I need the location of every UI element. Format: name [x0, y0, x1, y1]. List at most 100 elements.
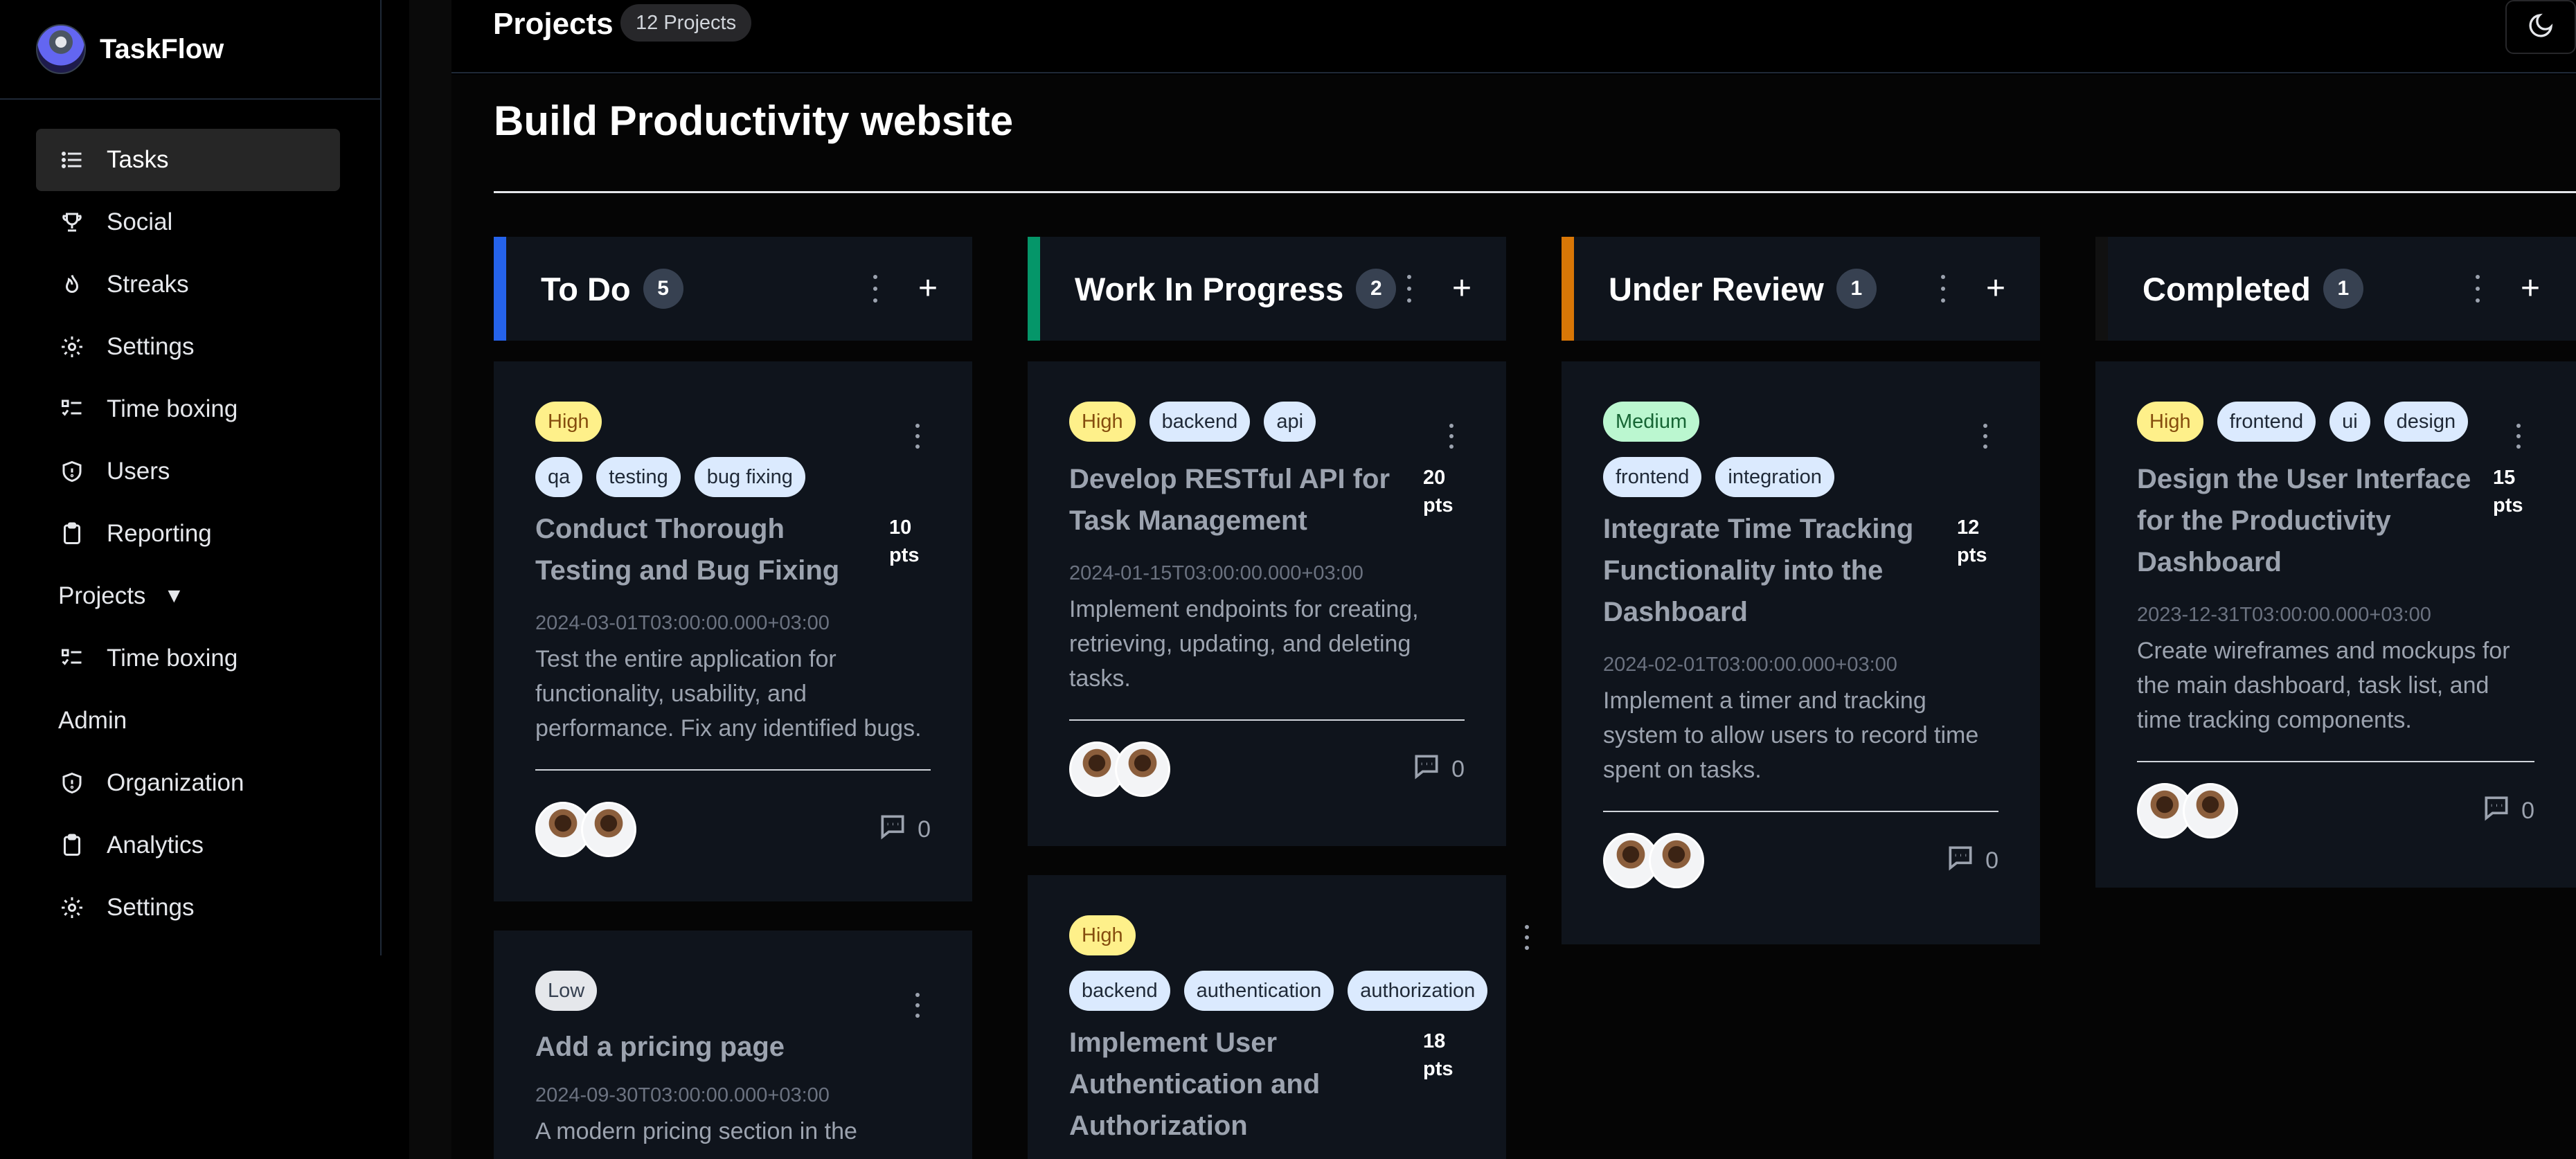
task-card[interactable]: Low Add a pricing page 2024-09-30T03:00:…: [494, 931, 972, 1159]
card-title: Design the User Interface for the Produc…: [2137, 464, 2471, 577]
column-count-badge: 1: [2323, 269, 2363, 309]
sidebar: TaskFlow Tasks Social Streaks Settings T…: [0, 0, 382, 955]
sidebar-item-label: Reporting: [107, 520, 212, 547]
avatar[interactable]: [1115, 742, 1170, 797]
tag-badge: frontend: [1603, 457, 1702, 497]
sidebar-item-organization[interactable]: Organization: [36, 752, 340, 814]
avatar[interactable]: [1649, 833, 1704, 888]
sidebar-item-tasks[interactable]: Tasks: [36, 129, 340, 191]
admin-section-label: Admin: [58, 690, 380, 752]
tag-badge: frontend: [2217, 402, 2316, 442]
sidebar-item-label: Streaks: [107, 271, 189, 298]
comments-button[interactable]: 0: [1411, 751, 1465, 788]
sidebar-item-analytics[interactable]: Analytics: [36, 814, 340, 877]
add-task-button[interactable]: +: [1452, 272, 1472, 305]
column-work-in-progress: Work In Progress 2 +: [1028, 237, 1506, 341]
card-menu-icon[interactable]: [913, 993, 922, 1018]
task-card[interactable]: Medium frontend integration Integrate Ti…: [1562, 361, 2040, 944]
card-menu-icon[interactable]: [1522, 925, 1532, 950]
comments-button[interactable]: 0: [877, 811, 931, 848]
assignee-avatars[interactable]: [535, 802, 636, 857]
sidebar-item-settings[interactable]: Settings: [36, 316, 340, 378]
column-menu-icon[interactable]: [1936, 275, 1950, 303]
column-count-badge: 2: [1356, 269, 1397, 309]
sidebar-item-label: Tasks: [107, 146, 169, 173]
assignee-avatars[interactable]: [1603, 833, 1704, 888]
projects-section-toggle[interactable]: Projects ▼: [58, 565, 380, 627]
column-title: To Do: [541, 270, 631, 307]
card-title: Implement User Authentication and Author…: [1069, 1027, 1321, 1141]
sidebar-item-admin-settings[interactable]: Settings: [36, 877, 340, 939]
column-under-review: Under Review 1 +: [1562, 237, 2040, 341]
sidebar-item-projects-time-boxing[interactable]: Time boxing: [36, 627, 340, 690]
moon-icon: [2527, 12, 2555, 43]
column-title: Under Review: [1609, 270, 1824, 307]
title-divider: [494, 191, 2576, 193]
avatar[interactable]: [2183, 783, 2238, 838]
comments-button[interactable]: 0: [1945, 843, 1998, 879]
column-to-do: To Do 5 +: [494, 237, 972, 341]
column-menu-icon[interactable]: [2471, 275, 2485, 303]
sidebar-item-label: Settings: [107, 333, 195, 360]
top-bar: Projects 12 Projects: [451, 0, 2576, 73]
card-due-date: 2023-12-31T03:00:00.000+03:00: [2137, 604, 2431, 626]
card-menu-icon[interactable]: [1447, 424, 1456, 449]
card-due-date: 2024-09-30T03:00:00.000+03:00: [535, 1084, 830, 1106]
comment-count: 0: [918, 816, 931, 843]
card-title: Integrate Time Tracking Functionality in…: [1603, 514, 1914, 627]
assignee-avatars[interactable]: [2137, 783, 2238, 838]
sidebar-item-label: Analytics: [107, 832, 204, 859]
card-menu-icon[interactable]: [2514, 424, 2523, 449]
comment-icon: [877, 811, 908, 848]
clipboard-icon: [58, 832, 86, 859]
tag-badge: qa: [535, 457, 583, 497]
list-icon: [58, 146, 86, 174]
assignee-avatars[interactable]: [1069, 742, 1170, 797]
card-description: Test the entire application for function…: [535, 646, 922, 742]
add-task-button[interactable]: +: [918, 272, 938, 305]
tag-badge: backend: [1069, 971, 1170, 1011]
projects-section-label: Projects: [58, 582, 146, 609]
checklist-icon: [58, 645, 86, 672]
sidebar-item-streaks[interactable]: Streaks: [36, 253, 340, 316]
caret-down-icon: ▼: [163, 584, 185, 607]
sidebar-item-label: Settings: [107, 894, 195, 921]
card-description: Implement a timer and tracking system to…: [1603, 688, 1979, 783]
comment-count: 0: [1451, 755, 1465, 782]
sidebar-item-users[interactable]: Users: [36, 440, 340, 503]
tag-badge: ui: [2329, 402, 2370, 442]
task-card[interactable]: High backend api Develop RESTful API for…: [1028, 361, 1506, 846]
story-points: 10 pts: [889, 516, 920, 566]
theme-toggle-button[interactable]: [2505, 0, 2576, 54]
card-title: Add a pricing page: [535, 1032, 785, 1062]
brand-logo: [36, 24, 86, 74]
priority-badge: High: [1069, 915, 1136, 955]
comments-button[interactable]: 0: [2481, 793, 2534, 829]
task-card[interactable]: High backend authentication authorizatio…: [1028, 875, 1506, 1159]
sidebar-item-social[interactable]: Social: [36, 191, 340, 253]
card-due-date: 2024-02-01T03:00:00.000+03:00: [1603, 654, 1897, 676]
add-task-button[interactable]: +: [1986, 272, 2005, 305]
brand[interactable]: TaskFlow: [0, 0, 380, 100]
tag-badge: api: [1264, 402, 1316, 442]
card-menu-icon[interactable]: [1980, 424, 1990, 449]
card-description: A modern pricing section in the: [535, 1118, 857, 1144]
priority-badge: Medium: [1603, 402, 1700, 442]
sidebar-item-label: Organization: [107, 769, 244, 796]
column-completed: Completed 1 +: [2095, 237, 2576, 341]
checklist-icon: [58, 395, 86, 423]
priority-badge: High: [1069, 402, 1136, 442]
add-task-button[interactable]: +: [2521, 272, 2540, 305]
story-points: 20 pts: [1423, 467, 1454, 516]
task-card[interactable]: High qa testing bug fixing Conduct Thoro…: [494, 361, 972, 901]
clipboard-icon: [58, 520, 86, 548]
avatar[interactable]: [581, 802, 636, 857]
column-header: Under Review 1 +: [1562, 237, 2040, 341]
sidebar-item-reporting[interactable]: Reporting: [36, 503, 340, 565]
task-card[interactable]: High frontend ui design Design the User …: [2095, 361, 2576, 888]
column-menu-icon[interactable]: [868, 275, 882, 303]
priority-badge: High: [535, 402, 602, 442]
card-menu-icon[interactable]: [913, 424, 922, 449]
sidebar-item-time-boxing[interactable]: Time boxing: [36, 378, 340, 440]
column-menu-icon[interactable]: [1402, 275, 1416, 303]
